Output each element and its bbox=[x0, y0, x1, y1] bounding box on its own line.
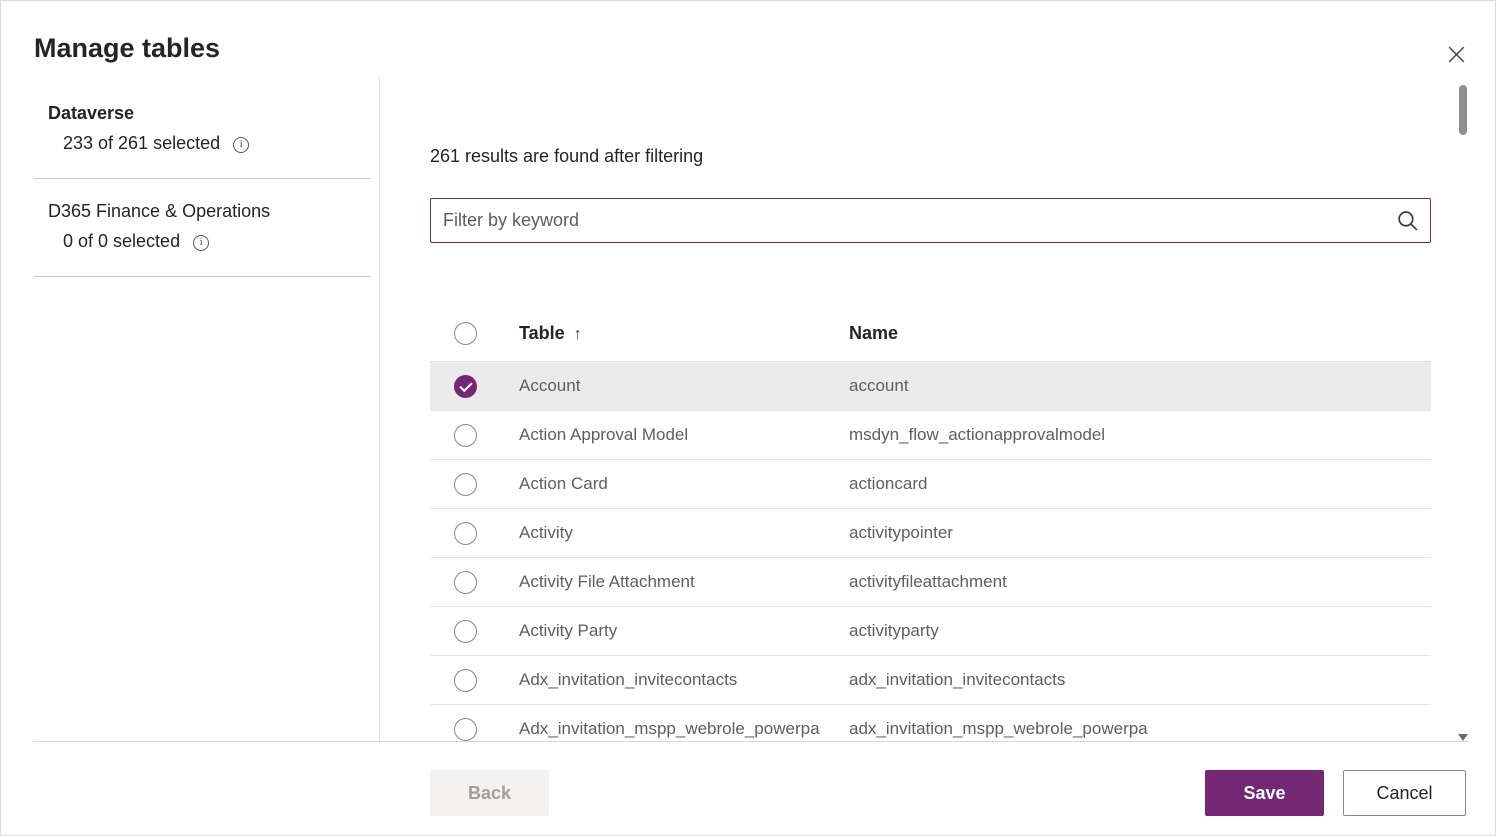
row-checkbox[interactable] bbox=[454, 669, 477, 692]
save-button[interactable]: Save bbox=[1205, 770, 1324, 816]
table-row[interactable]: Account account bbox=[430, 362, 1431, 411]
column-header-name[interactable]: Name bbox=[849, 323, 1431, 344]
table-cell-display-name: Activity bbox=[500, 523, 849, 543]
table-row[interactable]: Action Card actioncard bbox=[430, 460, 1431, 509]
footer-divider bbox=[34, 741, 1469, 742]
vertical-scrollbar[interactable] bbox=[1455, 79, 1471, 743]
cancel-button[interactable]: Cancel bbox=[1343, 770, 1466, 816]
table-row[interactable]: Adx_invitation_invitecontacts adx_invita… bbox=[430, 656, 1431, 705]
row-checkbox[interactable] bbox=[454, 620, 477, 643]
sort-ascending-icon bbox=[574, 323, 582, 344]
table-cell-logical-name: adx_invitation_mspp_webrole_powerpa bbox=[849, 719, 1431, 739]
table-cell-logical-name: activityfileattachment bbox=[849, 572, 1431, 592]
table-row[interactable]: Action Approval Model msdyn_flow_actiona… bbox=[430, 411, 1431, 460]
table-cell-display-name: Action Approval Model bbox=[500, 425, 849, 445]
table-cell-logical-name: account bbox=[849, 376, 1431, 396]
search-icon bbox=[1396, 209, 1419, 232]
row-checkbox[interactable] bbox=[454, 522, 477, 545]
row-checkbox[interactable] bbox=[454, 424, 477, 447]
info-icon[interactable] bbox=[193, 235, 209, 251]
select-all-checkbox[interactable] bbox=[454, 322, 477, 345]
table-cell-display-name: Account bbox=[500, 376, 849, 396]
manage-tables-dialog: Manage tables Dataverse 233 of 261 selec… bbox=[0, 0, 1496, 836]
column-header-table-label: Table bbox=[519, 323, 565, 344]
table-cell-display-name: Action Card bbox=[500, 474, 849, 494]
results-count-text: 261 results are found after filtering bbox=[430, 146, 703, 167]
sidebar-divider bbox=[379, 76, 380, 741]
table-body: Account account Action Approval Model ms… bbox=[430, 362, 1431, 742]
scrollbar-thumb[interactable] bbox=[1459, 85, 1467, 135]
back-button[interactable]: Back bbox=[430, 770, 549, 816]
row-checkbox[interactable] bbox=[454, 718, 477, 741]
close-icon bbox=[1446, 44, 1467, 65]
table-cell-display-name: Activity File Attachment bbox=[500, 572, 849, 592]
table-cell-display-name: Adx_invitation_mspp_webrole_powerpa bbox=[500, 719, 849, 739]
info-icon[interactable] bbox=[233, 137, 249, 153]
filter-input[interactable] bbox=[431, 199, 1384, 242]
sidebar: Dataverse 233 of 261 selected D365 Finan… bbox=[34, 91, 371, 287]
page-title: Manage tables bbox=[34, 33, 220, 64]
table-cell-logical-name: actioncard bbox=[849, 474, 1431, 494]
sidebar-item-title: Dataverse bbox=[48, 103, 371, 124]
table-cell-logical-name: msdyn_flow_actionapprovalmodel bbox=[849, 425, 1431, 445]
sidebar-separator bbox=[34, 178, 371, 179]
column-header-table[interactable]: Table bbox=[500, 323, 849, 344]
tables-list: Table Name Account account Action Approv… bbox=[430, 306, 1431, 742]
table-row[interactable]: Adx_invitation_mspp_webrole_powerpa adx_… bbox=[430, 705, 1431, 742]
table-cell-display-name: Adx_invitation_invitecontacts bbox=[500, 670, 849, 690]
sidebar-item-subtitle: 233 of 261 selected bbox=[63, 133, 220, 154]
sidebar-item-title: D365 Finance & Operations bbox=[48, 201, 371, 222]
table-row[interactable]: Activity activitypointer bbox=[430, 509, 1431, 558]
sidebar-item-subtitle: 0 of 0 selected bbox=[63, 231, 180, 252]
filter-container bbox=[430, 198, 1431, 243]
table-header-row: Table Name bbox=[430, 306, 1431, 362]
search-button[interactable] bbox=[1384, 199, 1430, 242]
row-checkbox[interactable] bbox=[454, 571, 477, 594]
row-checkbox[interactable] bbox=[454, 375, 477, 398]
sidebar-item-d365-finance-operations[interactable]: D365 Finance & Operations 0 of 0 selecte… bbox=[34, 189, 371, 268]
table-cell-display-name: Activity Party bbox=[500, 621, 849, 641]
close-button[interactable] bbox=[1443, 41, 1469, 67]
table-row[interactable]: Activity File Attachment activityfileatt… bbox=[430, 558, 1431, 607]
scrollbar-down-arrow-icon[interactable] bbox=[1458, 734, 1468, 741]
row-checkbox[interactable] bbox=[454, 473, 477, 496]
sidebar-item-dataverse[interactable]: Dataverse 233 of 261 selected bbox=[34, 91, 371, 170]
table-cell-logical-name: adx_invitation_invitecontacts bbox=[849, 670, 1431, 690]
table-row[interactable]: Activity Party activityparty bbox=[430, 607, 1431, 656]
table-cell-logical-name: activityparty bbox=[849, 621, 1431, 641]
table-cell-logical-name: activitypointer bbox=[849, 523, 1431, 543]
sidebar-separator bbox=[34, 276, 371, 277]
